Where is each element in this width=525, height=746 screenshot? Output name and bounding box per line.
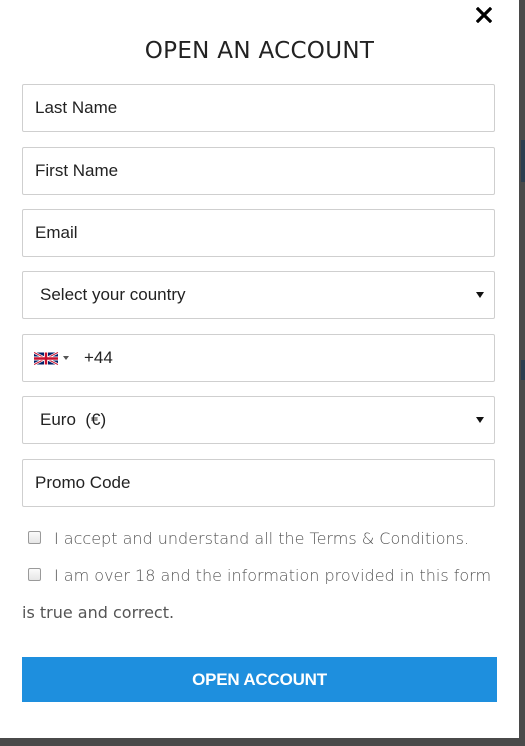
email-input[interactable]: [23, 210, 494, 256]
chevron-down-icon: [476, 417, 484, 423]
backdrop-stripe: [521, 140, 525, 182]
close-button[interactable]: [473, 4, 495, 26]
country-code-dropdown[interactable]: [23, 335, 84, 381]
open-account-modal: OPEN AN ACCOUNT Select your country +44 …: [0, 0, 519, 738]
uk-flag-icon: [34, 351, 58, 365]
age-checkbox[interactable]: [28, 568, 41, 581]
country-select-value: Select your country: [40, 285, 186, 304]
phone-prefix[interactable]: +44: [84, 348, 113, 368]
email-field: [22, 209, 495, 257]
first-name-field: [22, 147, 495, 195]
chevron-down-icon: [476, 292, 484, 298]
age-row: I am over 18 and the information provide…: [28, 566, 491, 586]
caret-down-icon: [63, 356, 69, 360]
open-account-button[interactable]: OPEN ACCOUNT: [22, 657, 497, 702]
promo-code-field: [22, 459, 495, 507]
close-icon: [476, 7, 492, 23]
currency-select-value: Euro (€): [40, 410, 107, 429]
terms-label: I accept and understand all the Terms & …: [54, 529, 470, 548]
phone-field: +44: [22, 334, 495, 382]
country-select[interactable]: Select your country: [22, 271, 495, 319]
backdrop-stripe: [521, 360, 525, 380]
age-label-continued: is true and correct.: [22, 603, 175, 622]
first-name-input[interactable]: [23, 148, 494, 194]
terms-checkbox[interactable]: [28, 531, 41, 544]
terms-row: I accept and understand all the Terms & …: [28, 529, 469, 549]
currency-select[interactable]: Euro (€): [22, 396, 495, 444]
promo-code-input[interactable]: [23, 460, 494, 506]
age-label: I am over 18 and the information provide…: [54, 566, 492, 585]
last-name-input[interactable]: [23, 85, 494, 131]
modal-title: OPEN AN ACCOUNT: [144, 38, 375, 64]
last-name-field: [22, 84, 495, 132]
